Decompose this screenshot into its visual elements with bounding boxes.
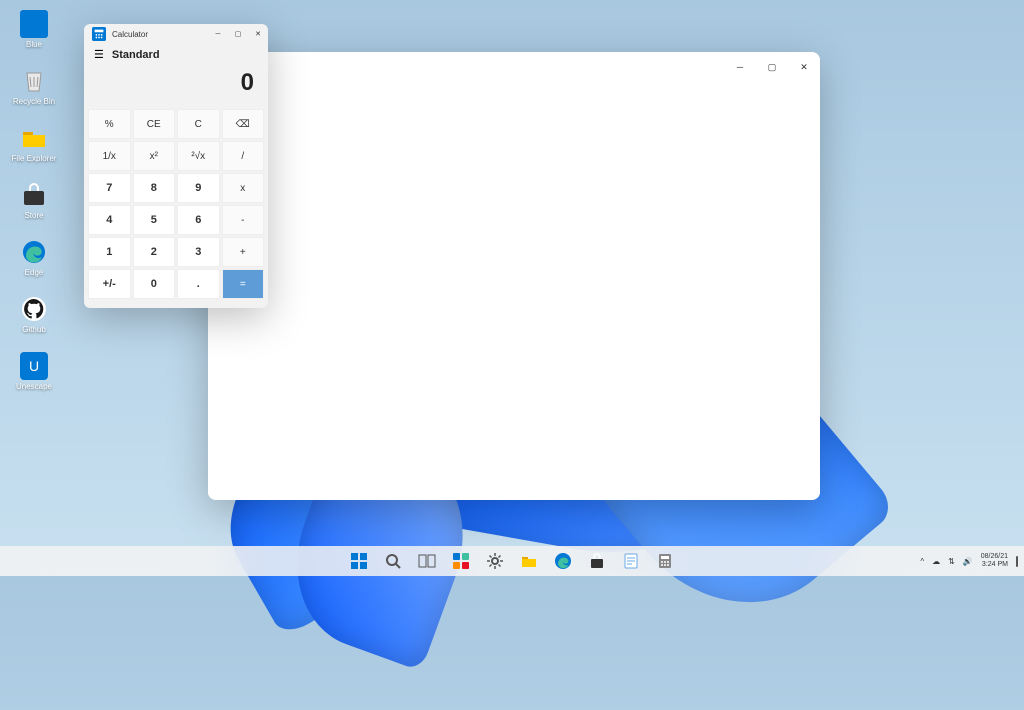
taskbar-search-button[interactable]	[380, 548, 406, 574]
calculator-titlebar[interactable]: Calculator ─ ▢ ✕	[84, 24, 268, 44]
calc-key-9[interactable]: 9	[177, 173, 220, 203]
minimize-button[interactable]: ─	[208, 24, 228, 44]
edge-icon	[554, 552, 572, 570]
desktop-icon-blue[interactable]: Blue	[10, 10, 58, 49]
explorer-icon	[520, 552, 538, 570]
notepad-window: ─ ▢ ✕ View Help	[208, 52, 820, 500]
calculator-mode: Standard	[112, 49, 160, 61]
desktop-icon-label: Github	[22, 325, 46, 334]
calc-key-2[interactable]: 2	[133, 237, 176, 267]
desktop-icon-label: Unescape	[16, 382, 52, 391]
calc-key-%[interactable]: %	[88, 109, 131, 139]
calc-key-⌫[interactable]: ⌫	[222, 109, 265, 139]
taskbar: ^ ☁ ⇅ 🔊 08/26/21 3:24 PM	[0, 546, 1024, 576]
taskbar-center	[346, 548, 678, 574]
desktop-icons: Blue Recycle Bin File Explorer Store Edge Git…	[10, 10, 58, 391]
desktop-icon-github[interactable]: Github	[10, 295, 58, 334]
calc-key-3[interactable]: 3	[177, 237, 220, 267]
taskbar-settings-button[interactable]	[482, 548, 508, 574]
onedrive-icon[interactable]: ☁	[932, 557, 940, 566]
calculator-icon	[92, 27, 106, 41]
desktop-icon-file-explorer[interactable]: File Explorer	[10, 124, 58, 163]
desktop-icon-recycle-bin[interactable]: Recycle Bin	[10, 67, 58, 106]
calc-key-+/-[interactable]: +/-	[88, 269, 131, 299]
calc-key-0[interactable]: 0	[133, 269, 176, 299]
search-icon	[384, 552, 402, 570]
start-icon	[350, 552, 368, 570]
system-tray: ^ ☁ ⇅ 🔊 08/26/21 3:24 PM	[920, 553, 1018, 568]
edge-icon	[20, 238, 48, 266]
calculator-window: Calculator ─ ▢ ✕ ☰ Standard 0 %CEC⌫1/xx²…	[84, 24, 268, 308]
file-explorer-icon	[20, 124, 48, 152]
desktop-icon-label: File Explorer	[12, 154, 57, 163]
calc-key-C[interactable]: C	[177, 109, 220, 139]
store-icon	[588, 552, 606, 570]
tray-chevron-icon[interactable]: ^	[920, 557, 924, 566]
calc-key-1[interactable]: 1	[88, 237, 131, 267]
calc-key-7[interactable]: 7	[88, 173, 131, 203]
taskbar-calculator-button[interactable]	[652, 548, 678, 574]
notifications-icon[interactable]	[1016, 557, 1018, 566]
volume-icon[interactable]: 🔊	[963, 557, 973, 566]
store-icon	[20, 181, 48, 209]
calc-key-+[interactable]: +	[222, 237, 265, 267]
desktop-icon-store[interactable]: Store	[10, 181, 58, 220]
recycle-bin-icon	[20, 67, 48, 95]
desktop-icon-label: Recycle Bin	[13, 97, 55, 106]
desktop-icon-unescape[interactable]: U Unescape	[10, 352, 58, 391]
calculator-title: Calculator	[112, 30, 148, 39]
desktop-icon-label: Edge	[25, 268, 44, 277]
task-view-icon	[418, 552, 436, 570]
calculator-display: 0	[84, 65, 268, 105]
calculator-icon	[656, 552, 674, 570]
calc-key-x[interactable]: x	[222, 173, 265, 203]
calc-key-/[interactable]: /	[222, 141, 265, 171]
calculator-keypad: %CEC⌫ 1/xx²²√x/ 789x 456- 123+ +/-0.=	[84, 105, 268, 303]
taskbar-widgets-button[interactable]	[448, 548, 474, 574]
desktop-icon-label: Store	[24, 211, 43, 220]
taskbar-explorer-button[interactable]	[516, 548, 542, 574]
notepad-icon	[622, 552, 640, 570]
calc-key-6[interactable]: 6	[177, 205, 220, 235]
notepad-titlebar[interactable]: ─ ▢ ✕	[208, 52, 820, 82]
settings-icon	[486, 552, 504, 570]
unescape-icon: U	[20, 352, 48, 380]
desktop-icon-label: Blue	[26, 40, 42, 49]
taskbar-task-view-button[interactable]	[414, 548, 440, 574]
desktop-icon-edge[interactable]: Edge	[10, 238, 58, 277]
calc-key--[interactable]: -	[222, 205, 265, 235]
taskbar-time: 3:24 PM	[982, 561, 1008, 569]
taskbar-clock[interactable]: 08/26/21 3:24 PM	[981, 553, 1008, 568]
network-icon[interactable]: ⇅	[948, 557, 955, 566]
calc-key-8[interactable]: 8	[133, 173, 176, 203]
notepad-menubar: View Help	[208, 82, 820, 98]
calc-key-5[interactable]: 5	[133, 205, 176, 235]
calc-key-.[interactable]: .	[177, 269, 220, 299]
taskbar-start-button[interactable]	[346, 548, 372, 574]
notepad-editor[interactable]	[208, 98, 820, 498]
widgets-icon	[452, 552, 470, 570]
taskbar-edge-button[interactable]	[550, 548, 576, 574]
calc-key-=[interactable]: =	[222, 269, 265, 299]
svg-text:U: U	[29, 358, 39, 374]
calc-key-²√x[interactable]: ²√x	[177, 141, 220, 171]
hamburger-icon[interactable]: ☰	[94, 48, 104, 61]
maximize-button[interactable]: ▢	[756, 52, 788, 82]
close-button[interactable]: ✕	[248, 24, 268, 44]
taskbar-notepad-button[interactable]	[618, 548, 644, 574]
github-icon	[20, 295, 48, 323]
calc-key-1/x[interactable]: 1/x	[88, 141, 131, 171]
maximize-button[interactable]: ▢	[228, 24, 248, 44]
taskbar-date: 08/26/21	[981, 553, 1008, 561]
minimize-button[interactable]: ─	[724, 52, 756, 82]
taskbar-store-button[interactable]	[584, 548, 610, 574]
blue-icon	[20, 10, 48, 38]
calc-key-CE[interactable]: CE	[133, 109, 176, 139]
close-button[interactable]: ✕	[788, 52, 820, 82]
calc-key-x²[interactable]: x²	[133, 141, 176, 171]
calc-key-4[interactable]: 4	[88, 205, 131, 235]
